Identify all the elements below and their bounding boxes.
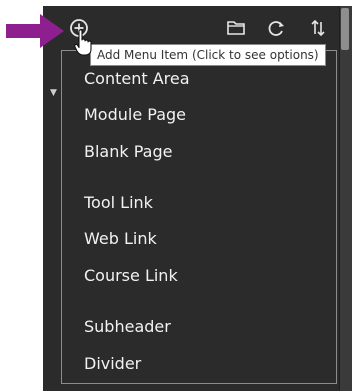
hand-cursor-icon (74, 29, 92, 56)
add-menu-item-dropdown: Content Area Module Page Blank Page Tool… (61, 50, 337, 384)
menu-item-course-link[interactable]: Course Link (84, 266, 178, 286)
callout-arrow-icon (6, 14, 64, 48)
chevron-down-icon: ▼ (50, 88, 57, 98)
menu-item-blank-page[interactable]: Blank Page (84, 142, 172, 162)
folder-icon[interactable] (223, 15, 249, 41)
menu-item-subheader[interactable]: Subheader (84, 317, 171, 337)
refresh-icon[interactable] (263, 15, 289, 41)
tooltip: Add Menu Item (Click to see options) (90, 44, 326, 66)
sort-icon[interactable] (305, 15, 331, 41)
scrollbar[interactable] (339, 6, 352, 391)
menu-item-content-area[interactable]: Content Area (84, 69, 190, 89)
menu-item-module-page[interactable]: Module Page (84, 105, 186, 125)
menu-item-web-link[interactable]: Web Link (84, 229, 157, 249)
menu-item-divider[interactable]: Divider (84, 354, 141, 374)
scrollbar-thumb[interactable] (341, 8, 349, 50)
menu-item-tool-link[interactable]: Tool Link (84, 193, 153, 213)
